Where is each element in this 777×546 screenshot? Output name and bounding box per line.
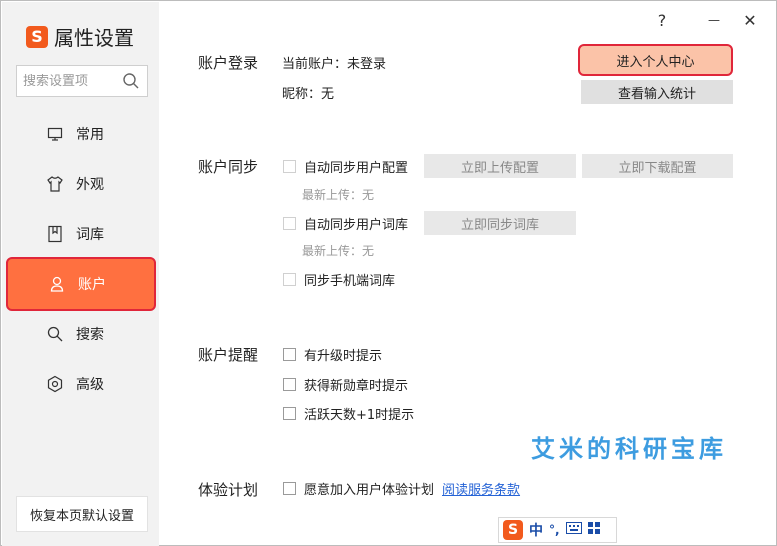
config-last-upload-text: 最新上传：无	[302, 188, 375, 202]
view-input-stats-button[interactable]: 查看输入统计	[581, 80, 733, 104]
dict-last-upload-text: 最新上传：无	[302, 244, 375, 258]
sidebar-item-dictionary[interactable]: 词库	[2, 209, 159, 259]
medal-hint-option[interactable]: 获得新勋章时提示	[283, 375, 408, 394]
auto-sync-config-option[interactable]: 自动同步用户配置	[283, 157, 408, 176]
medal-hint-checkbox[interactable]	[283, 378, 296, 391]
auto-sync-config-label: 自动同步用户配置	[304, 161, 409, 176]
user-icon	[48, 275, 66, 293]
upgrade-hint-checkbox[interactable]	[283, 348, 296, 361]
grid-menu-icon[interactable]	[587, 522, 600, 538]
account-sync-title: 账户同步	[198, 158, 259, 176]
sidebar: S 属性设置 常用 外观	[2, 2, 159, 546]
search-icon	[46, 325, 64, 343]
auto-sync-dict-label: 自动同步用户词库	[304, 218, 409, 233]
watermark-text: 艾米的科研宝库	[531, 434, 727, 463]
account-login-title: 账户登录	[198, 54, 259, 72]
active-days-hint-option[interactable]: 活跃天数+1时提示	[283, 404, 414, 423]
ime-punctuation-toggle[interactable]: °,	[549, 523, 560, 537]
upgrade-hint-label: 有升级时提示	[304, 349, 383, 364]
sidebar-item-label: 词库	[76, 227, 104, 243]
sidebar-item-account[interactable]: 账户	[6, 257, 156, 311]
join-experience-option[interactable]: 愿意加入用户体验计划 阅读服务条款	[283, 479, 520, 498]
sync-mobile-dict-label: 同步手机端词库	[304, 274, 396, 289]
keyboard-icon[interactable]	[565, 522, 582, 538]
ime-toolbar[interactable]: S 中 °,	[498, 517, 617, 543]
app-title: S 属性设置	[26, 22, 134, 51]
ime-logo-icon[interactable]: S	[503, 520, 523, 540]
sidebar-item-label: 外观	[76, 177, 104, 193]
upload-config-button[interactable]: 立即上传配置	[424, 154, 576, 178]
sync-dict-button[interactable]: 立即同步词库	[424, 211, 576, 235]
sidebar-item-label: 搜索	[76, 327, 104, 343]
sync-mobile-dict-checkbox[interactable]	[283, 273, 296, 286]
sync-mobile-dict-option[interactable]: 同步手机端词库	[283, 270, 395, 289]
close-button[interactable]: ✕	[739, 9, 761, 31]
minimize-button[interactable]: —	[703, 9, 725, 31]
enter-personal-center-button[interactable]: 进入个人中心	[578, 44, 733, 76]
join-experience-checkbox[interactable]	[283, 482, 296, 495]
auto-sync-dict-checkbox[interactable]	[283, 217, 296, 230]
terms-of-service-link[interactable]: 阅读服务条款	[442, 479, 520, 498]
tshirt-icon	[46, 175, 64, 193]
upgrade-hint-option[interactable]: 有升级时提示	[283, 345, 382, 364]
settings-window: S 属性设置 常用 外观	[0, 0, 777, 546]
reset-defaults-button[interactable]: 恢复本页默认设置	[16, 496, 148, 532]
auto-sync-dict-option[interactable]: 自动同步用户词库	[283, 214, 408, 233]
sidebar-item-label: 账户	[78, 277, 106, 293]
account-reminder-title: 账户提醒	[198, 346, 259, 364]
sidebar-item-label: 高级	[76, 377, 104, 393]
book-icon	[46, 225, 64, 243]
gear-icon	[46, 375, 64, 393]
sidebar-item-search[interactable]: 搜索	[2, 309, 159, 359]
sidebar-item-common[interactable]: 常用	[2, 109, 159, 159]
download-config-button[interactable]: 立即下载配置	[582, 154, 733, 178]
ime-mode-toggle[interactable]: 中	[529, 520, 543, 540]
sidebar-item-appearance[interactable]: 外观	[2, 159, 159, 209]
sidebar-item-label: 常用	[76, 127, 104, 143]
sidebar-item-advanced[interactable]: 高级	[2, 359, 159, 409]
search-icon[interactable]	[122, 72, 140, 90]
monitor-icon	[46, 125, 64, 143]
sogou-logo-icon: S	[26, 25, 48, 48]
sidebar-nav: 常用 外观 词库 账户 搜索 高级	[2, 109, 159, 409]
auto-sync-config-checkbox[interactable]	[283, 160, 296, 173]
search-input[interactable]	[23, 73, 119, 89]
experience-plan-title: 体验计划	[198, 481, 259, 499]
join-experience-label: 愿意加入用户体验计划	[304, 483, 435, 498]
medal-hint-label: 获得新勋章时提示	[304, 379, 409, 394]
active-days-hint-label: 活跃天数+1时提示	[304, 408, 415, 423]
nickname-text: 昵称：无	[282, 87, 335, 102]
search-box[interactable]	[16, 65, 148, 97]
window-title: 属性设置	[54, 26, 134, 50]
active-days-hint-checkbox[interactable]	[283, 407, 296, 420]
current-account-text: 当前账户：未登录	[282, 57, 387, 72]
help-button[interactable]: ?	[651, 9, 673, 31]
